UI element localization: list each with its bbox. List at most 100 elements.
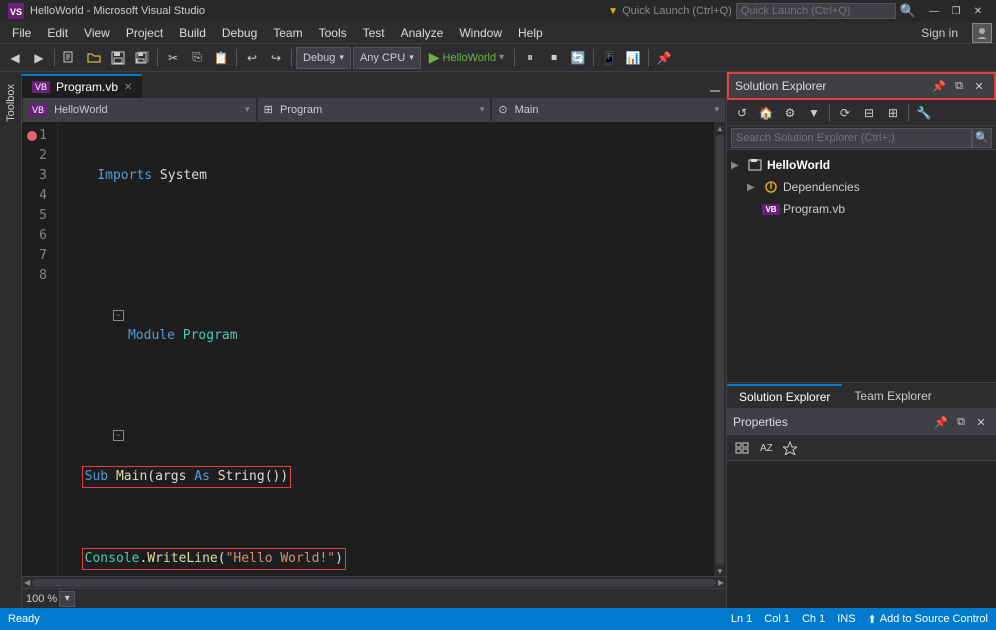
save-button[interactable]	[107, 47, 129, 69]
scroll-down-arrow[interactable]: ▼	[716, 567, 724, 576]
se-props-button[interactable]: 🔧	[913, 102, 935, 124]
tree-program-vb[interactable]: ▶ VB Program.vb	[727, 198, 996, 220]
code-line-1: Imports System	[66, 166, 722, 186]
source-control-button[interactable]: ⬆ Add to Source Control	[868, 613, 988, 626]
prop-events-button[interactable]	[779, 437, 801, 459]
copy-button[interactable]: ⎘	[186, 47, 208, 69]
line-num-1: 1	[22, 126, 53, 146]
tree-deps-arrow: ▶	[747, 182, 763, 193]
tab-solution-explorer[interactable]: Solution Explorer	[727, 384, 842, 408]
scroll-thumb[interactable]	[716, 135, 724, 565]
menu-test[interactable]: Test	[355, 22, 393, 44]
device-button[interactable]: 📱	[598, 47, 620, 69]
sign-in-button[interactable]: Sign in	[913, 24, 966, 42]
toolbox-label[interactable]: Toolbox	[5, 76, 17, 130]
minimize-button[interactable]: —	[924, 3, 944, 19]
menu-file[interactable]: File	[4, 22, 39, 44]
line-num-6: 6	[22, 226, 53, 246]
run-icon: ▶	[429, 49, 440, 66]
back-button[interactable]: ◀	[4, 47, 26, 69]
prop-float-button[interactable]: ⧉	[952, 413, 970, 431]
se-collapse-button[interactable]: ⊟	[858, 102, 880, 124]
paste-button[interactable]: 📋	[210, 47, 232, 69]
tab-pin-button[interactable]	[704, 76, 726, 98]
tree-solution[interactable]: ▶ HelloWorld	[727, 154, 996, 176]
dependencies-icon	[763, 179, 779, 195]
scroll-right-arrow[interactable]: ▶	[718, 578, 724, 587]
platform-dropdown[interactable]: Any CPU	[353, 47, 421, 69]
se-search-icon[interactable]: 🔍	[972, 128, 992, 148]
scroll-up-arrow[interactable]: ▲	[716, 124, 724, 133]
class-dropdown[interactable]: ⊞ Program	[258, 98, 491, 122]
class-icon: ⊞	[264, 104, 273, 116]
pause-button[interactable]: ⏸	[519, 47, 541, 69]
quick-launch-input[interactable]	[736, 3, 896, 19]
zoom-control: 100 % ▾	[26, 591, 75, 607]
se-pin-button[interactable]: 📌	[930, 77, 948, 95]
solution-explorer-title: Solution Explorer	[735, 79, 930, 93]
close-button[interactable]: ✕	[968, 3, 988, 19]
run-button[interactable]: ▶ HelloWorld ▾	[423, 47, 510, 69]
breakpoint-1[interactable]	[27, 131, 37, 141]
toolbox-sidebar: Toolbox	[0, 72, 22, 608]
solution-explorer-toolbar: ↺ 🏠 ⚙ ▼ ⟳ ⊟ ⊞ 🔧	[727, 100, 996, 126]
solution-explorer-header: Solution Explorer 📌 ⧉ ✕	[727, 72, 996, 100]
debug-config-dropdown[interactable]: Debug	[296, 47, 351, 69]
forward-button[interactable]: ▶	[28, 47, 50, 69]
se-refresh-button[interactable]: ↺	[731, 102, 753, 124]
menu-debug[interactable]: Debug	[214, 22, 265, 44]
menu-project[interactable]: Project	[118, 22, 171, 44]
menu-tools[interactable]: Tools	[311, 22, 355, 44]
editor-tab-program[interactable]: VB Program.vb ✕	[22, 74, 142, 98]
cut-button[interactable]: ✂	[162, 47, 184, 69]
se-expand-button[interactable]: ⊞	[882, 102, 904, 124]
prop-pin-button[interactable]: 📌	[932, 413, 950, 431]
scroll-left-arrow[interactable]: ◀	[24, 578, 30, 587]
prop-alphabetical-button[interactable]: AZ	[755, 437, 777, 459]
zoom-dropdown-button[interactable]: ▾	[59, 591, 75, 607]
solution-explorer-header-buttons: 📌 ⧉ ✕	[930, 77, 988, 95]
stop-button[interactable]: ⏹	[543, 47, 565, 69]
collapse-4[interactable]: -	[82, 406, 126, 466]
restart-button[interactable]: 🔄	[567, 47, 589, 69]
se-home-button[interactable]: 🏠	[755, 102, 777, 124]
new-project-button[interactable]	[59, 47, 81, 69]
menu-analyze[interactable]: Analyze	[393, 22, 452, 44]
menu-help[interactable]: Help	[510, 22, 551, 44]
menu-team[interactable]: Team	[265, 22, 310, 44]
code-editor[interactable]: 1 2 3 4 5 6 7 8 Imports System - Module …	[22, 122, 726, 576]
solution-explorer-search-input[interactable]	[731, 128, 972, 148]
tab-close-button[interactable]: ✕	[124, 82, 132, 93]
menu-edit[interactable]: Edit	[39, 22, 76, 44]
performance-button[interactable]: 📊	[622, 47, 644, 69]
se-float-button[interactable]: ⧉	[950, 77, 968, 95]
collapse-3[interactable]: -	[82, 286, 126, 346]
open-button[interactable]	[83, 47, 105, 69]
project-namespace-dropdown[interactable]: VB HelloWorld	[23, 98, 256, 122]
horizontal-scrollbar[interactable]: ◀ ▶	[22, 576, 726, 588]
prop-category-button[interactable]	[731, 437, 753, 459]
tab-team-explorer[interactable]: Team Explorer	[842, 384, 943, 408]
restore-button[interactable]: ❐	[946, 3, 966, 19]
h-scroll-track[interactable]	[32, 579, 716, 587]
redo-button[interactable]: ↪	[265, 47, 287, 69]
member-dropdown[interactable]: ⊙ Main	[492, 98, 725, 122]
sub-block-indicator: Sub Main(args As String())	[82, 466, 292, 488]
se-sync-button[interactable]: ⟳	[834, 102, 856, 124]
undo-button[interactable]: ↩	[241, 47, 263, 69]
se-close-button[interactable]: ✕	[970, 77, 988, 95]
svg-text:VS: VS	[10, 7, 22, 17]
code-content[interactable]: Imports System - Module Program - Sub Ma…	[58, 122, 726, 576]
vertical-scrollbar[interactable]: ▲ ▼	[714, 122, 726, 576]
se-settings-button[interactable]: ⚙	[779, 102, 801, 124]
menu-window[interactable]: Window	[451, 22, 510, 44]
prop-close-button[interactable]: ✕	[972, 413, 990, 431]
menu-build[interactable]: Build	[171, 22, 214, 44]
save-all-button[interactable]	[131, 47, 153, 69]
pin-button[interactable]: 📌	[653, 47, 675, 69]
status-right: Ln 1 Col 1 Ch 1 INS ⬆ Add to Source Cont…	[731, 613, 988, 626]
se-filter-button[interactable]: ▼	[803, 102, 825, 124]
toolbar: ◀ ▶ ✂ ⎘ 📋 ↩ ↪ Debug Any CPU ▶ HelloWorld…	[0, 44, 996, 72]
menu-view[interactable]: View	[76, 22, 118, 44]
tree-dependencies[interactable]: ▶ Dependencies	[727, 176, 996, 198]
